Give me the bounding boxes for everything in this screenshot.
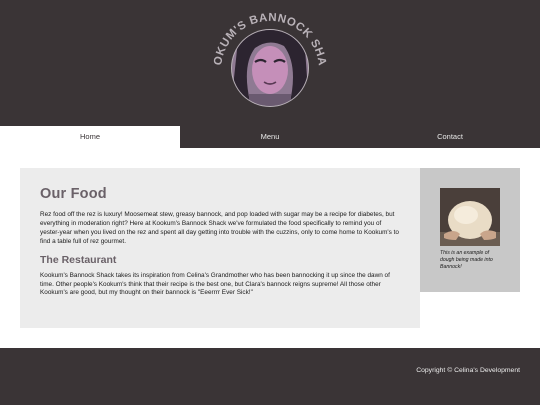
intro-paragraph: Rez food off the rez is luxury! Moosemea… xyxy=(40,211,399,245)
dough-photo-icon xyxy=(440,188,500,246)
main-nav: Home Menu Contact xyxy=(0,126,540,148)
section-heading: The Restaurant xyxy=(40,253,117,266)
nav-contact[interactable]: Contact xyxy=(360,126,540,148)
image-caption: This is an example of dough being made i… xyxy=(440,250,493,270)
page-title: Our Food xyxy=(40,186,107,202)
logo-icon[interactable]: KOOKUM'S BANNOCK SHACK xyxy=(209,6,331,120)
site-header: KOOKUM'S BANNOCK SHACK xyxy=(0,0,540,126)
nav-menu[interactable]: Menu xyxy=(180,126,360,148)
site-footer: Copyright © Celina's Development xyxy=(0,348,540,405)
sidebar: This is an example of dough being made i… xyxy=(420,168,520,292)
nav-home[interactable]: Home xyxy=(0,126,180,148)
restaurant-paragraph: Kookum's Bannock Shack takes its inspira… xyxy=(40,271,390,297)
copyright-text: Copyright © Celina's Development xyxy=(416,367,520,374)
content-panel: Our Food Rez food off the rez is luxury!… xyxy=(20,168,420,328)
